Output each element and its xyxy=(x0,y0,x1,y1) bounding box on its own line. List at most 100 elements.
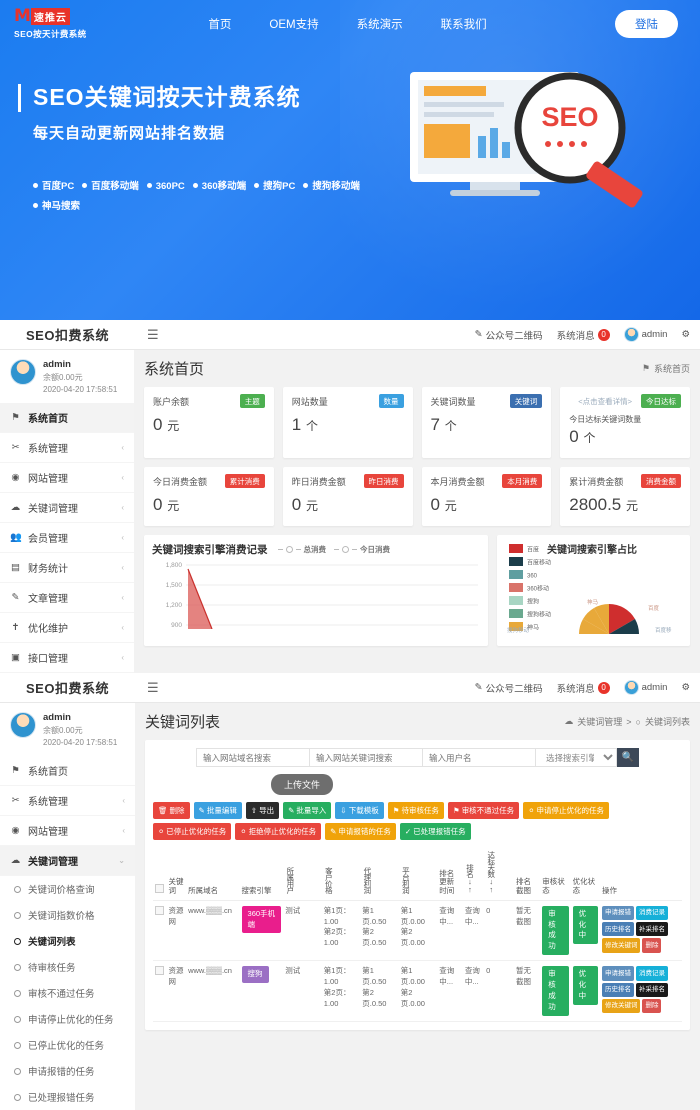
th-operations[interactable]: 操作 xyxy=(599,847,682,901)
delete-row-button[interactable]: 删除 xyxy=(642,998,662,1014)
pending-audit-button[interactable]: ⚑ 待审核任务 xyxy=(387,802,444,819)
bulk-edit-button[interactable]: ✎ 批量编辑 xyxy=(193,802,242,819)
delete-button[interactable]: 🗑 删除 xyxy=(153,802,190,819)
header-messages[interactable]: 系统消息 0 xyxy=(557,328,610,342)
engine-select[interactable]: 选择搜索引擎 xyxy=(535,748,617,767)
spend-record-button[interactable]: 消费记录 xyxy=(635,905,668,921)
submenu-item-error-handled[interactable]: 已处理报错任务 xyxy=(0,1084,135,1110)
stat-card-today-ranked[interactable]: <点击查看详情> 今日达标 今日达标关键词数量 0 个 xyxy=(560,387,690,458)
table-row[interactable]: 资源网 www.▒▒▒.cn 搜狗 测试 第1页：1.00 第2页：1.00 第… xyxy=(153,960,682,1022)
admin-brand[interactable]: SEO扣费系统 xyxy=(0,678,135,697)
sidebar-item-system[interactable]: ✂ 系统管理 ‹ xyxy=(0,433,134,463)
th-platform-profit[interactable]: 平台利润 xyxy=(398,847,438,901)
sidebar-item-keyword[interactable]: ☁ 关键词管理 ‹ xyxy=(0,493,134,523)
sidebar-item-website[interactable]: ◉ 网站管理 ‹ xyxy=(0,463,134,493)
row-checkbox-cell[interactable] xyxy=(153,960,167,1022)
sidebar-item-optimize[interactable]: ✝ 优化维护 ‹ xyxy=(0,613,134,643)
cell-customer-price: 第1页：1.00 第2页：1.00 xyxy=(321,900,361,962)
th-rank[interactable]: 排名↓↑ xyxy=(462,847,485,901)
login-button[interactable]: 登陆 xyxy=(615,10,678,38)
sidebar-item-finance[interactable]: ▤ 财务统计 ‹ xyxy=(0,553,134,583)
upload-file-button[interactable]: 上传文件 xyxy=(271,774,334,795)
th-user[interactable]: 所属用户 xyxy=(283,847,322,901)
header-messages[interactable]: 系统消息 0 xyxy=(557,681,610,695)
stat-card-link[interactable]: <点击查看详情> xyxy=(569,396,641,407)
cell-domain[interactable]: www.▒▒▒.cn xyxy=(186,900,240,962)
report-error-button[interactable]: 申请报错 xyxy=(601,966,634,981)
stat-cards-row-2: 今日消费金额 累计消费 0 元 昨日消费金额 昨日消费 0 元 本月消费金额 本… xyxy=(144,467,690,526)
submenu-item-price-query[interactable]: 关键词价格查询 xyxy=(0,876,135,902)
nav-item-home[interactable]: 首页 xyxy=(208,16,231,32)
th-screenshot[interactable]: 排名截图 xyxy=(514,847,541,901)
recollect-rank-button[interactable]: 补采排名 xyxy=(635,922,668,937)
sidebar-item-system[interactable]: ✂ 系统管理 ‹ xyxy=(0,786,135,816)
select-all-header[interactable] xyxy=(153,847,167,901)
edit-keyword-button[interactable]: 修改关键词 xyxy=(601,998,641,1014)
keyword-search-input[interactable] xyxy=(309,748,422,767)
sidebar-item-api[interactable]: ▣ 接口管理 ‹ xyxy=(0,643,134,673)
nav-item-oem[interactable]: OEM支持 xyxy=(269,16,318,32)
checkbox[interactable] xyxy=(155,966,164,976)
submenu-item-stopped[interactable]: 已停止优化的任务 xyxy=(0,1032,135,1058)
th-rank-time[interactable]: 排名更新时间 xyxy=(437,847,463,901)
sidebar-item-keyword[interactable]: ☁ 关键词管理 ⌄ xyxy=(0,846,135,876)
header-qrcode[interactable]: ✎ 公众号二维码 xyxy=(475,681,543,695)
submenu-item-error-request[interactable]: 申请报错的任务 xyxy=(0,1058,135,1084)
table-row[interactable]: 资源网 www.▒▒▒.cn 360手机端 测试 第1页：1.00 第2页：1.… xyxy=(153,900,682,962)
submenu-item-stop-request[interactable]: 申请停止优化的任务 xyxy=(0,1006,135,1032)
rank-history-button[interactable]: 历史排名 xyxy=(601,982,634,997)
submenu-item-rejected[interactable]: 审核不通过任务 xyxy=(0,980,135,1006)
error-handled-button[interactable]: ✓ 已处理报错任务 xyxy=(399,823,471,840)
th-days[interactable]: 达标天数↓↑ xyxy=(484,847,515,901)
stop-request-button[interactable]: ⚪ 申请停止优化的任务 xyxy=(523,802,609,819)
th-audit-status[interactable]: 审核状态 xyxy=(540,847,571,901)
rank-history-button[interactable]: 历史排名 xyxy=(601,922,634,937)
gear-icon[interactable]: ⚙ xyxy=(681,329,690,340)
refuse-stop-button[interactable]: ⚪ 拒绝停止优化的任务 xyxy=(235,823,322,840)
domain-search-input[interactable] xyxy=(196,748,309,767)
row-checkbox-cell[interactable] xyxy=(153,900,167,962)
username-search-input[interactable] xyxy=(422,748,535,767)
th-opt-status[interactable]: 优化状态 xyxy=(570,847,600,901)
sidebar-item-home[interactable]: ⚑ 系统首页 xyxy=(0,756,135,786)
checkbox[interactable] xyxy=(155,884,164,893)
search-button[interactable]: 🔍 xyxy=(617,748,639,767)
logo-mark-icon: M xyxy=(14,6,31,26)
admin-brand[interactable]: SEO扣费系统 xyxy=(0,325,135,344)
th-keyword[interactable]: 关键词 xyxy=(166,847,187,901)
checkbox[interactable] xyxy=(155,905,164,915)
header-user[interactable]: admin xyxy=(623,327,667,342)
submenu-item-keyword-list[interactable]: 关键词列表 xyxy=(0,928,135,954)
report-error-button[interactable]: 申请报错 xyxy=(601,905,634,921)
sidebar-item-home[interactable]: ⚑ 系统首页 xyxy=(0,403,134,433)
delete-row-button[interactable]: 删除 xyxy=(642,938,662,953)
nav-item-contact[interactable]: 联系我们 xyxy=(441,16,487,32)
submenu-item-pending-audit[interactable]: 待审核任务 xyxy=(0,954,135,980)
sidebar-toggle-icon[interactable]: ☰ xyxy=(135,327,171,343)
sidebar-toggle-icon[interactable]: ☰ xyxy=(135,680,171,696)
bulk-import-button[interactable]: ✎ 批量导入 xyxy=(283,802,332,819)
spend-record-button[interactable]: 消费记录 xyxy=(635,966,668,981)
sidebar-item-member[interactable]: 👥 会员管理 ‹ xyxy=(0,523,134,553)
header-user[interactable]: admin xyxy=(623,680,667,695)
cell-domain[interactable]: www.▒▒▒.cn xyxy=(186,960,240,1022)
submenu-item-index-price[interactable]: 关键词指数价格 xyxy=(0,902,135,928)
th-domain[interactable]: 所属域名 xyxy=(186,847,240,901)
nav-item-demo[interactable]: 系统演示 xyxy=(357,16,403,32)
gear-icon[interactable]: ⚙ xyxy=(681,682,690,693)
sidebar-item-website[interactable]: ◉ 网站管理 ‹ xyxy=(0,816,135,846)
sidebar-item-article[interactable]: ✎ 文章管理 ‹ xyxy=(0,583,134,613)
recollect-rank-button[interactable]: 补采排名 xyxy=(635,982,668,997)
stopped-tasks-button[interactable]: ⚪ 已停止优化的任务 xyxy=(153,823,232,840)
rejected-tasks-button[interactable]: ⚑ 审核不通过任务 xyxy=(447,802,520,819)
error-request-button[interactable]: ✎ 申请报错的任务 xyxy=(325,823,396,840)
th-agent-profit[interactable]: 代理利润 xyxy=(360,847,399,901)
th-engine[interactable]: 搜索引擎 xyxy=(239,847,284,901)
breadcrumb-parent[interactable]: 关键词管理 xyxy=(577,715,622,728)
header-qrcode[interactable]: ✎ 公众号二维码 xyxy=(475,328,543,342)
th-customer-price[interactable]: 客户价格 xyxy=(321,847,361,901)
export-button[interactable]: ⇧ 导出 xyxy=(245,802,280,819)
download-template-button[interactable]: ⇩ 下载模板 xyxy=(335,802,384,819)
engine-badge: 搜狗 xyxy=(241,966,269,983)
edit-keyword-button[interactable]: 修改关键词 xyxy=(601,938,641,953)
